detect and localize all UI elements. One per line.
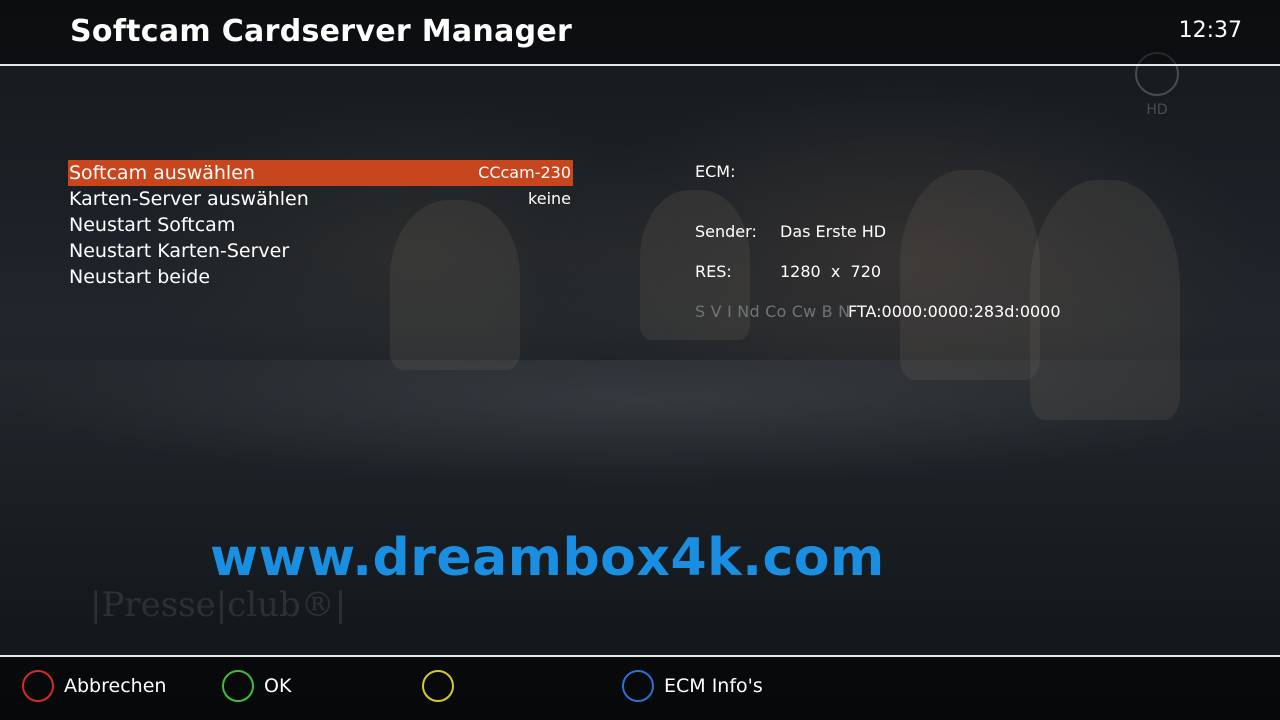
website-watermark: www.dreambox4k.com bbox=[210, 528, 885, 588]
green-key-label: OK bbox=[264, 675, 292, 697]
red-button-icon bbox=[22, 670, 54, 702]
blue-key-label: ECM Info's bbox=[664, 675, 763, 697]
crypt-flags: S V I Nd Co Cw B N bbox=[695, 302, 851, 321]
menu-item-label: Neustart Softcam bbox=[69, 214, 236, 236]
menu-item-label: Karten-Server auswählen bbox=[69, 188, 309, 210]
ecm-row: ECM: bbox=[695, 162, 735, 181]
background-person bbox=[900, 170, 1040, 380]
caid-info: FTA:0000:0000:283d:0000 bbox=[848, 302, 1061, 321]
sender-label: Sender: bbox=[695, 222, 757, 241]
ecm-label: ECM: bbox=[695, 162, 736, 181]
menu-item-cardserver-select[interactable]: Karten-Server auswählen keine bbox=[68, 186, 573, 212]
green-button-icon bbox=[222, 670, 254, 702]
sender-row: Sender: Das Erste HD bbox=[695, 222, 886, 241]
hd-label: HD bbox=[1146, 102, 1168, 118]
menu-item-softcam-select[interactable]: Softcam auswählen CCcam-230 bbox=[68, 160, 573, 186]
menu-item-label: Neustart Karten-Server bbox=[69, 240, 290, 262]
blue-button-icon bbox=[622, 670, 654, 702]
menu-list: Softcam auswählen CCcam-230 Karten-Serve… bbox=[68, 160, 573, 290]
menu-item-restart-cardserver[interactable]: Neustart Karten-Server bbox=[68, 238, 573, 264]
menu-item-label: Neustart beide bbox=[69, 266, 211, 288]
tv-screen: |Presse|club®| HD Softcam Cardserver Man… bbox=[0, 0, 1280, 720]
page-title: Softcam Cardserver Manager bbox=[70, 14, 573, 49]
menu-item-label: Softcam auswählen bbox=[69, 162, 255, 184]
menu-item-value: CCcam-230 bbox=[478, 163, 571, 182]
clock: 12:37 bbox=[1178, 18, 1242, 43]
header-bar: Softcam Cardserver Manager 12:37 bbox=[0, 0, 1280, 64]
resolution-label: RES: bbox=[695, 262, 732, 281]
resolution-value: 1280 x 720 bbox=[780, 262, 882, 281]
menu-item-restart-both[interactable]: Neustart beide bbox=[68, 264, 573, 290]
red-key-label: Abbrechen bbox=[64, 675, 167, 697]
sender-value: Das Erste HD bbox=[780, 222, 887, 241]
caid-row: S V I Nd Co Cw B N FTA:0000:0000:283d:00… bbox=[695, 302, 1061, 321]
background-person bbox=[1030, 180, 1180, 420]
menu-item-restart-softcam[interactable]: Neustart Softcam bbox=[68, 212, 573, 238]
yellow-button-icon bbox=[422, 670, 454, 702]
header-divider bbox=[0, 64, 1280, 66]
resolution-row: RES: 1280 x 720 bbox=[695, 262, 881, 281]
menu-item-value: keine bbox=[528, 189, 571, 208]
background-studio-logo: |Presse|club®| bbox=[90, 585, 347, 625]
